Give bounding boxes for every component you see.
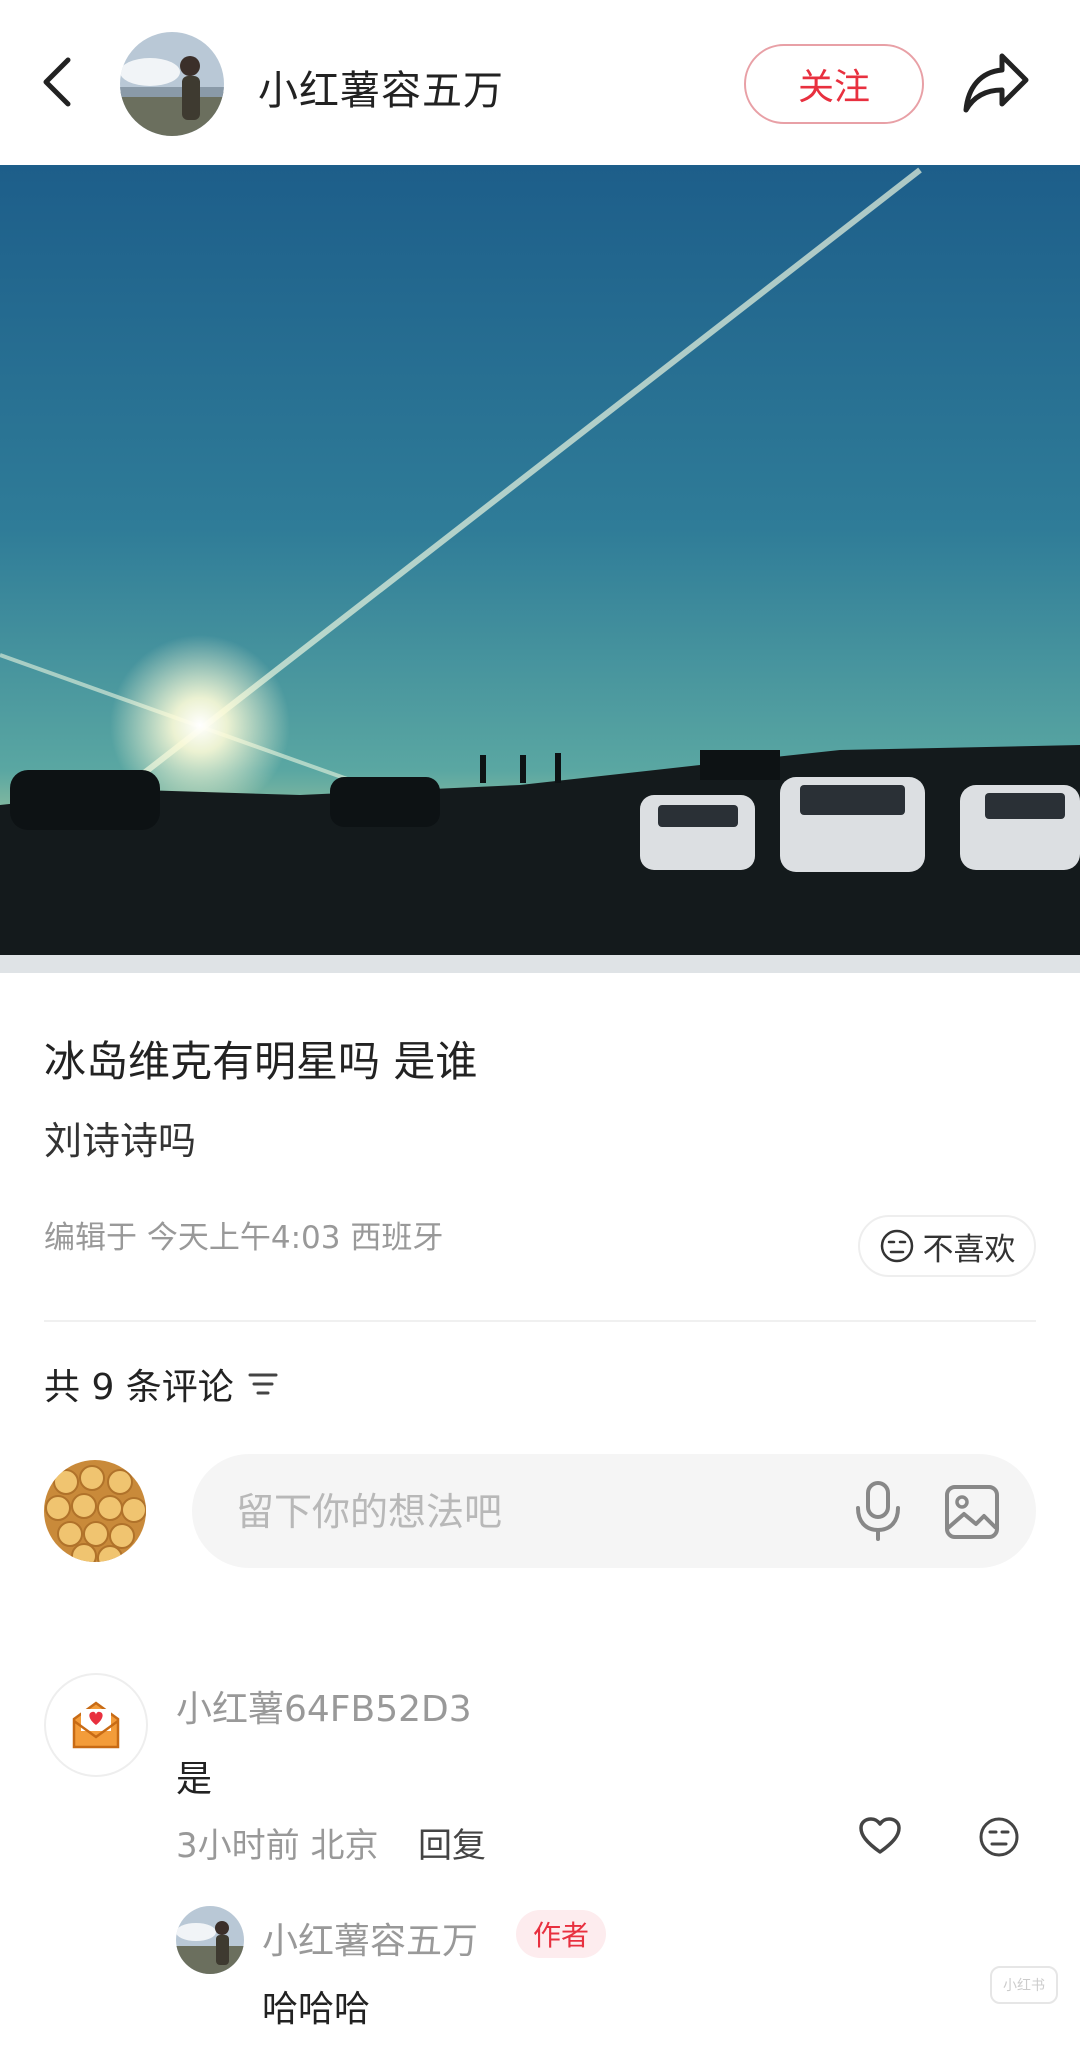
back-arrow-icon[interactable] [38,52,78,112]
post-title: 冰岛维克有明星吗 是谁 [44,1037,478,1086]
reply-text: 哈哈哈 [262,1989,371,2030]
neutral-face-icon [880,1229,913,1263]
watermark-logo: 小红书 [990,1966,1058,2004]
comment-input-box[interactable] [192,1454,1036,1568]
heart-icon[interactable] [858,1816,902,1856]
dislike-button[interactable]: 不喜欢 [858,1215,1036,1277]
reply-author-avatar[interactable] [176,1906,244,1974]
dislike-label: 不喜欢 [922,1231,1016,1268]
comment-time-location: 3小时前 北京 [176,1826,379,1866]
author-avatar[interactable] [120,32,224,136]
post-meta: 编辑于 今天上午4:03 西班牙 [44,1220,444,1256]
top-nav-bar: 小红薯容五万 关注 [0,0,1080,165]
my-avatar [44,1460,146,1562]
letter-heart-icon [72,1701,120,1749]
commenter-avatar[interactable] [44,1673,148,1777]
comment-input[interactable] [234,1484,798,1540]
share-icon[interactable] [962,50,1032,114]
divider [44,1320,1036,1322]
comments-count-label: 共 9 条评论 [44,1367,234,1408]
post-body: 刘诗诗吗 [44,1119,197,1163]
author-name[interactable]: 小红薯容五万 [258,58,504,116]
reply-author-name[interactable]: 小红薯容五万 [262,1912,478,1964]
neutral-face-icon[interactable] [978,1816,1020,1858]
post-photo[interactable] [0,165,1080,973]
image-icon[interactable] [944,1484,1000,1540]
follow-button[interactable]: 关注 [744,44,924,124]
comments-count[interactable]: 共 9 条评论 [44,1358,278,1410]
author-badge: 作者 [516,1910,606,1958]
reply-button[interactable]: 回复 [418,1818,486,1867]
comment-text: 是 [176,1759,213,1800]
microphone-icon[interactable] [852,1480,904,1542]
commenter-name[interactable]: 小红薯64FB52D3 [176,1680,472,1732]
filter-lines-icon[interactable] [248,1371,278,1397]
